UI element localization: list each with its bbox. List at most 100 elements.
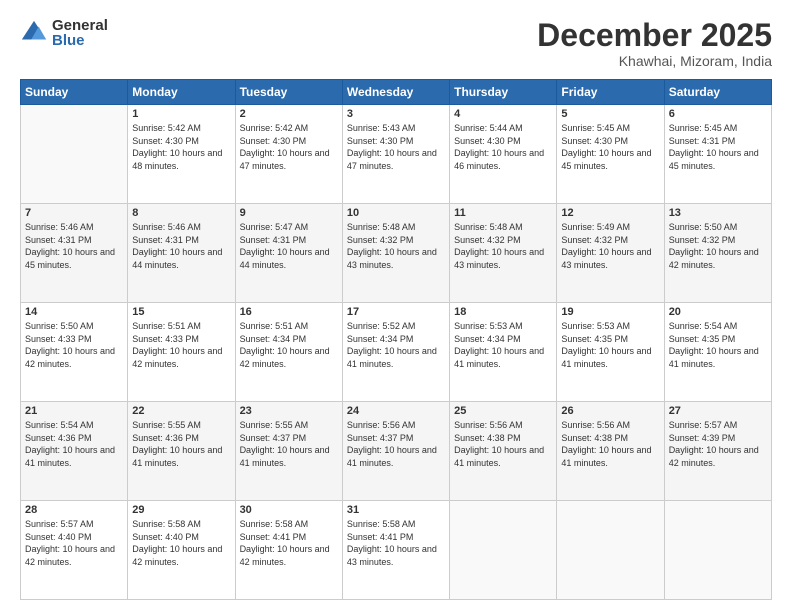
day-number: 15 [132, 306, 230, 318]
day-info: Sunrise: 5:53 AM Sunset: 4:34 PM Dayligh… [454, 320, 552, 370]
table-row: 31 Sunrise: 5:58 AM Sunset: 4:41 PM Dayli… [342, 501, 449, 600]
table-row: 24 Sunrise: 5:56 AM Sunset: 4:37 PM Dayli… [342, 402, 449, 501]
table-row: 30 Sunrise: 5:58 AM Sunset: 4:41 PM Dayli… [235, 501, 342, 600]
day-info: Sunrise: 5:56 AM Sunset: 4:38 PM Dayligh… [454, 419, 552, 469]
logo-general-label: General [52, 18, 108, 33]
logo-icon [20, 19, 48, 47]
table-row: 22Sunrise: 5:55 AM Sunset: 4:36 PM Dayli… [128, 402, 235, 501]
day-number: 26 [561, 405, 659, 417]
day-number: 5 [561, 108, 659, 120]
table-row [450, 501, 557, 600]
day-number: 11 [454, 207, 552, 219]
table-row [664, 501, 771, 600]
header-thursday: Thursday [450, 80, 557, 105]
table-row: 18 Sunrise: 5:53 AM Sunset: 4:34 PM Dayli… [450, 303, 557, 402]
table-row: 5 Sunrise: 5:45 AM Sunset: 4:30 PM Daylig… [557, 105, 664, 204]
header-monday: Monday [128, 80, 235, 105]
calendar-week-row: 28 Sunrise: 5:57 AM Sunset: 4:40 PM Dayli… [21, 501, 772, 600]
table-row: 13Sunrise: 5:50 AM Sunset: 4:32 PM Dayli… [664, 204, 771, 303]
day-info: Sunrise: 5:50 AM Sunset: 4:32 PM Dayligh… [669, 221, 767, 271]
day-number: 29 [132, 504, 230, 516]
day-info: Sunrise: 5:42 AM Sunset: 4:30 PM Dayligh… [240, 122, 338, 172]
table-row: 11 Sunrise: 5:48 AM Sunset: 4:32 PM Dayli… [450, 204, 557, 303]
day-number: 2 [240, 108, 338, 120]
table-row: 19Sunrise: 5:53 AM Sunset: 4:35 PM Dayli… [557, 303, 664, 402]
day-info: Sunrise: 5:58 AM Sunset: 4:40 PM Dayligh… [132, 518, 230, 568]
day-number: 25 [454, 405, 552, 417]
table-row: 20Sunrise: 5:54 AM Sunset: 4:35 PM Dayli… [664, 303, 771, 402]
day-info: Sunrise: 5:58 AM Sunset: 4:41 PM Dayligh… [240, 518, 338, 568]
calendar-table: Sunday Monday Tuesday Wednesday Thursday… [20, 79, 772, 600]
table-row: 4 Sunrise: 5:44 AM Sunset: 4:30 PM Daylig… [450, 105, 557, 204]
calendar-week-row: 7 Sunrise: 5:46 AM Sunset: 4:31 PM Daylig… [21, 204, 772, 303]
table-row: 16Sunrise: 5:51 AM Sunset: 4:34 PM Dayli… [235, 303, 342, 402]
table-row: 9 Sunrise: 5:47 AM Sunset: 4:31 PM Daylig… [235, 204, 342, 303]
day-info: Sunrise: 5:48 AM Sunset: 4:32 PM Dayligh… [347, 221, 445, 271]
table-row: 8 Sunrise: 5:46 AM Sunset: 4:31 PM Daylig… [128, 204, 235, 303]
day-info: Sunrise: 5:50 AM Sunset: 4:33 PM Dayligh… [25, 320, 123, 370]
header-sunday: Sunday [21, 80, 128, 105]
day-number: 1 [132, 108, 230, 120]
day-number: 10 [347, 207, 445, 219]
table-row: 29 Sunrise: 5:58 AM Sunset: 4:40 PM Dayli… [128, 501, 235, 600]
header-friday: Friday [557, 80, 664, 105]
table-row: 12Sunrise: 5:49 AM Sunset: 4:32 PM Dayli… [557, 204, 664, 303]
table-row: 21 Sunrise: 5:54 AM Sunset: 4:36 PM Dayli… [21, 402, 128, 501]
header: General Blue December 2025 Khawhai, Mizo… [20, 18, 772, 69]
day-info: Sunrise: 5:51 AM Sunset: 4:34 PM Dayligh… [240, 320, 338, 370]
calendar-header-row: Sunday Monday Tuesday Wednesday Thursday… [21, 80, 772, 105]
logo-text: General Blue [52, 18, 108, 48]
header-saturday: Saturday [664, 80, 771, 105]
month-title: December 2025 [537, 18, 772, 53]
day-info: Sunrise: 5:45 AM Sunset: 4:30 PM Dayligh… [561, 122, 659, 172]
table-row: 28 Sunrise: 5:57 AM Sunset: 4:40 PM Dayli… [21, 501, 128, 600]
table-row: 17 Sunrise: 5:52 AM Sunset: 4:34 PM Dayli… [342, 303, 449, 402]
day-info: Sunrise: 5:56 AM Sunset: 4:38 PM Dayligh… [561, 419, 659, 469]
day-number: 23 [240, 405, 338, 417]
day-number: 30 [240, 504, 338, 516]
table-row: 2 Sunrise: 5:42 AM Sunset: 4:30 PM Daylig… [235, 105, 342, 204]
table-row: 15Sunrise: 5:51 AM Sunset: 4:33 PM Dayli… [128, 303, 235, 402]
table-row: 23Sunrise: 5:55 AM Sunset: 4:37 PM Dayli… [235, 402, 342, 501]
day-info: Sunrise: 5:54 AM Sunset: 4:36 PM Dayligh… [25, 419, 123, 469]
day-info: Sunrise: 5:53 AM Sunset: 4:35 PM Dayligh… [561, 320, 659, 370]
day-info: Sunrise: 5:46 AM Sunset: 4:31 PM Dayligh… [25, 221, 123, 271]
header-tuesday: Tuesday [235, 80, 342, 105]
day-number: 24 [347, 405, 445, 417]
day-info: Sunrise: 5:48 AM Sunset: 4:32 PM Dayligh… [454, 221, 552, 271]
title-area: December 2025 Khawhai, Mizoram, India [537, 18, 772, 69]
calendar-week-row: 1 Sunrise: 5:42 AM Sunset: 4:30 PM Daylig… [21, 105, 772, 204]
logo: General Blue [20, 18, 108, 48]
table-row: 7 Sunrise: 5:46 AM Sunset: 4:31 PM Daylig… [21, 204, 128, 303]
day-number: 7 [25, 207, 123, 219]
calendar-week-row: 14Sunrise: 5:50 AM Sunset: 4:33 PM Dayli… [21, 303, 772, 402]
table-row: 27Sunrise: 5:57 AM Sunset: 4:39 PM Dayli… [664, 402, 771, 501]
day-number: 28 [25, 504, 123, 516]
table-row: 10 Sunrise: 5:48 AM Sunset: 4:32 PM Dayli… [342, 204, 449, 303]
day-number: 27 [669, 405, 767, 417]
day-number: 22 [132, 405, 230, 417]
day-number: 6 [669, 108, 767, 120]
day-number: 31 [347, 504, 445, 516]
day-number: 17 [347, 306, 445, 318]
day-number: 4 [454, 108, 552, 120]
day-number: 9 [240, 207, 338, 219]
header-wednesday: Wednesday [342, 80, 449, 105]
day-info: Sunrise: 5:47 AM Sunset: 4:31 PM Dayligh… [240, 221, 338, 271]
day-info: Sunrise: 5:57 AM Sunset: 4:40 PM Dayligh… [25, 518, 123, 568]
day-number: 8 [132, 207, 230, 219]
location: Khawhai, Mizoram, India [537, 53, 772, 69]
day-number: 21 [25, 405, 123, 417]
day-info: Sunrise: 5:56 AM Sunset: 4:37 PM Dayligh… [347, 419, 445, 469]
table-row: 1Sunrise: 5:42 AM Sunset: 4:30 PM Daylig… [128, 105, 235, 204]
day-number: 12 [561, 207, 659, 219]
table-row [21, 105, 128, 204]
table-row: 25 Sunrise: 5:56 AM Sunset: 4:38 PM Dayli… [450, 402, 557, 501]
day-number: 18 [454, 306, 552, 318]
day-info: Sunrise: 5:44 AM Sunset: 4:30 PM Dayligh… [454, 122, 552, 172]
day-info: Sunrise: 5:58 AM Sunset: 4:41 PM Dayligh… [347, 518, 445, 568]
day-info: Sunrise: 5:52 AM Sunset: 4:34 PM Dayligh… [347, 320, 445, 370]
day-info: Sunrise: 5:46 AM Sunset: 4:31 PM Dayligh… [132, 221, 230, 271]
table-row: 6 Sunrise: 5:45 AM Sunset: 4:31 PM Daylig… [664, 105, 771, 204]
day-info: Sunrise: 5:45 AM Sunset: 4:31 PM Dayligh… [669, 122, 767, 172]
